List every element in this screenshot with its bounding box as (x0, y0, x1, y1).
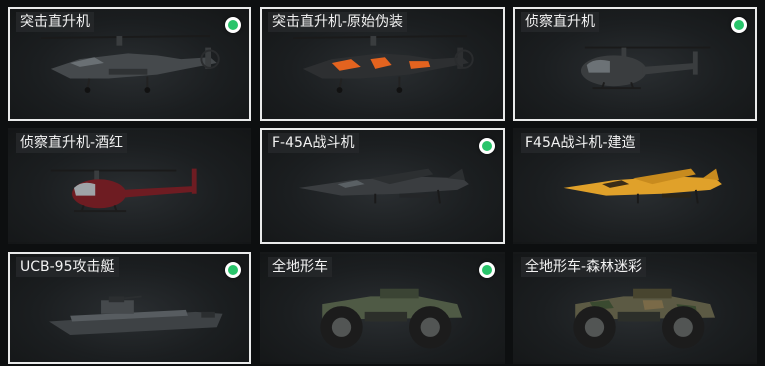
vehicle-name: F45A战斗机-建造 (521, 133, 640, 153)
vehicle-card-atv-forest-camo[interactable]: 全地形车-森林迷彩 (513, 252, 757, 364)
vehicle-card-scout-helicopter-burgundy[interactable]: 侦察直升机-酒红 (8, 128, 251, 244)
vehicle-name: 突击直升机-原始伪装 (268, 12, 408, 32)
vehicle-name: 侦察直升机 (521, 12, 599, 32)
vehicle-name: F-45A战斗机 (268, 133, 359, 153)
equipped-indicator-icon (225, 17, 241, 33)
vehicle-name: 突击直升机 (16, 12, 94, 32)
equipped-indicator-icon (225, 262, 241, 278)
vehicle-card-f45a-fighter[interactable]: F-45A战斗机 (260, 128, 505, 244)
vehicle-name: 全地形车 (268, 257, 332, 277)
vehicle-grid: 突击直升机 突击直升机-原始伪装 侦察直升机 侦察直升机-酒红 F-45A战斗机… (0, 0, 765, 366)
vehicle-card-attack-helicopter[interactable]: 突击直升机 (8, 7, 251, 121)
vehicle-name: 全地形车-森林迷彩 (521, 257, 647, 277)
vehicle-card-ucb95-attack-boat[interactable]: UCB-95攻击艇 (8, 252, 251, 364)
equipped-indicator-icon (479, 262, 495, 278)
equipped-indicator-icon (731, 17, 747, 33)
vehicle-name: UCB-95攻击艇 (16, 257, 119, 277)
equipped-indicator-icon (479, 138, 495, 154)
vehicle-card-atv[interactable]: 全地形车 (260, 252, 505, 364)
vehicle-card-f45a-fighter-build[interactable]: F45A战斗机-建造 (513, 128, 757, 244)
vehicle-name: 侦察直升机-酒红 (16, 133, 128, 153)
vehicle-card-attack-helicopter-camo[interactable]: 突击直升机-原始伪装 (260, 7, 505, 121)
vehicle-card-scout-helicopter[interactable]: 侦察直升机 (513, 7, 757, 121)
